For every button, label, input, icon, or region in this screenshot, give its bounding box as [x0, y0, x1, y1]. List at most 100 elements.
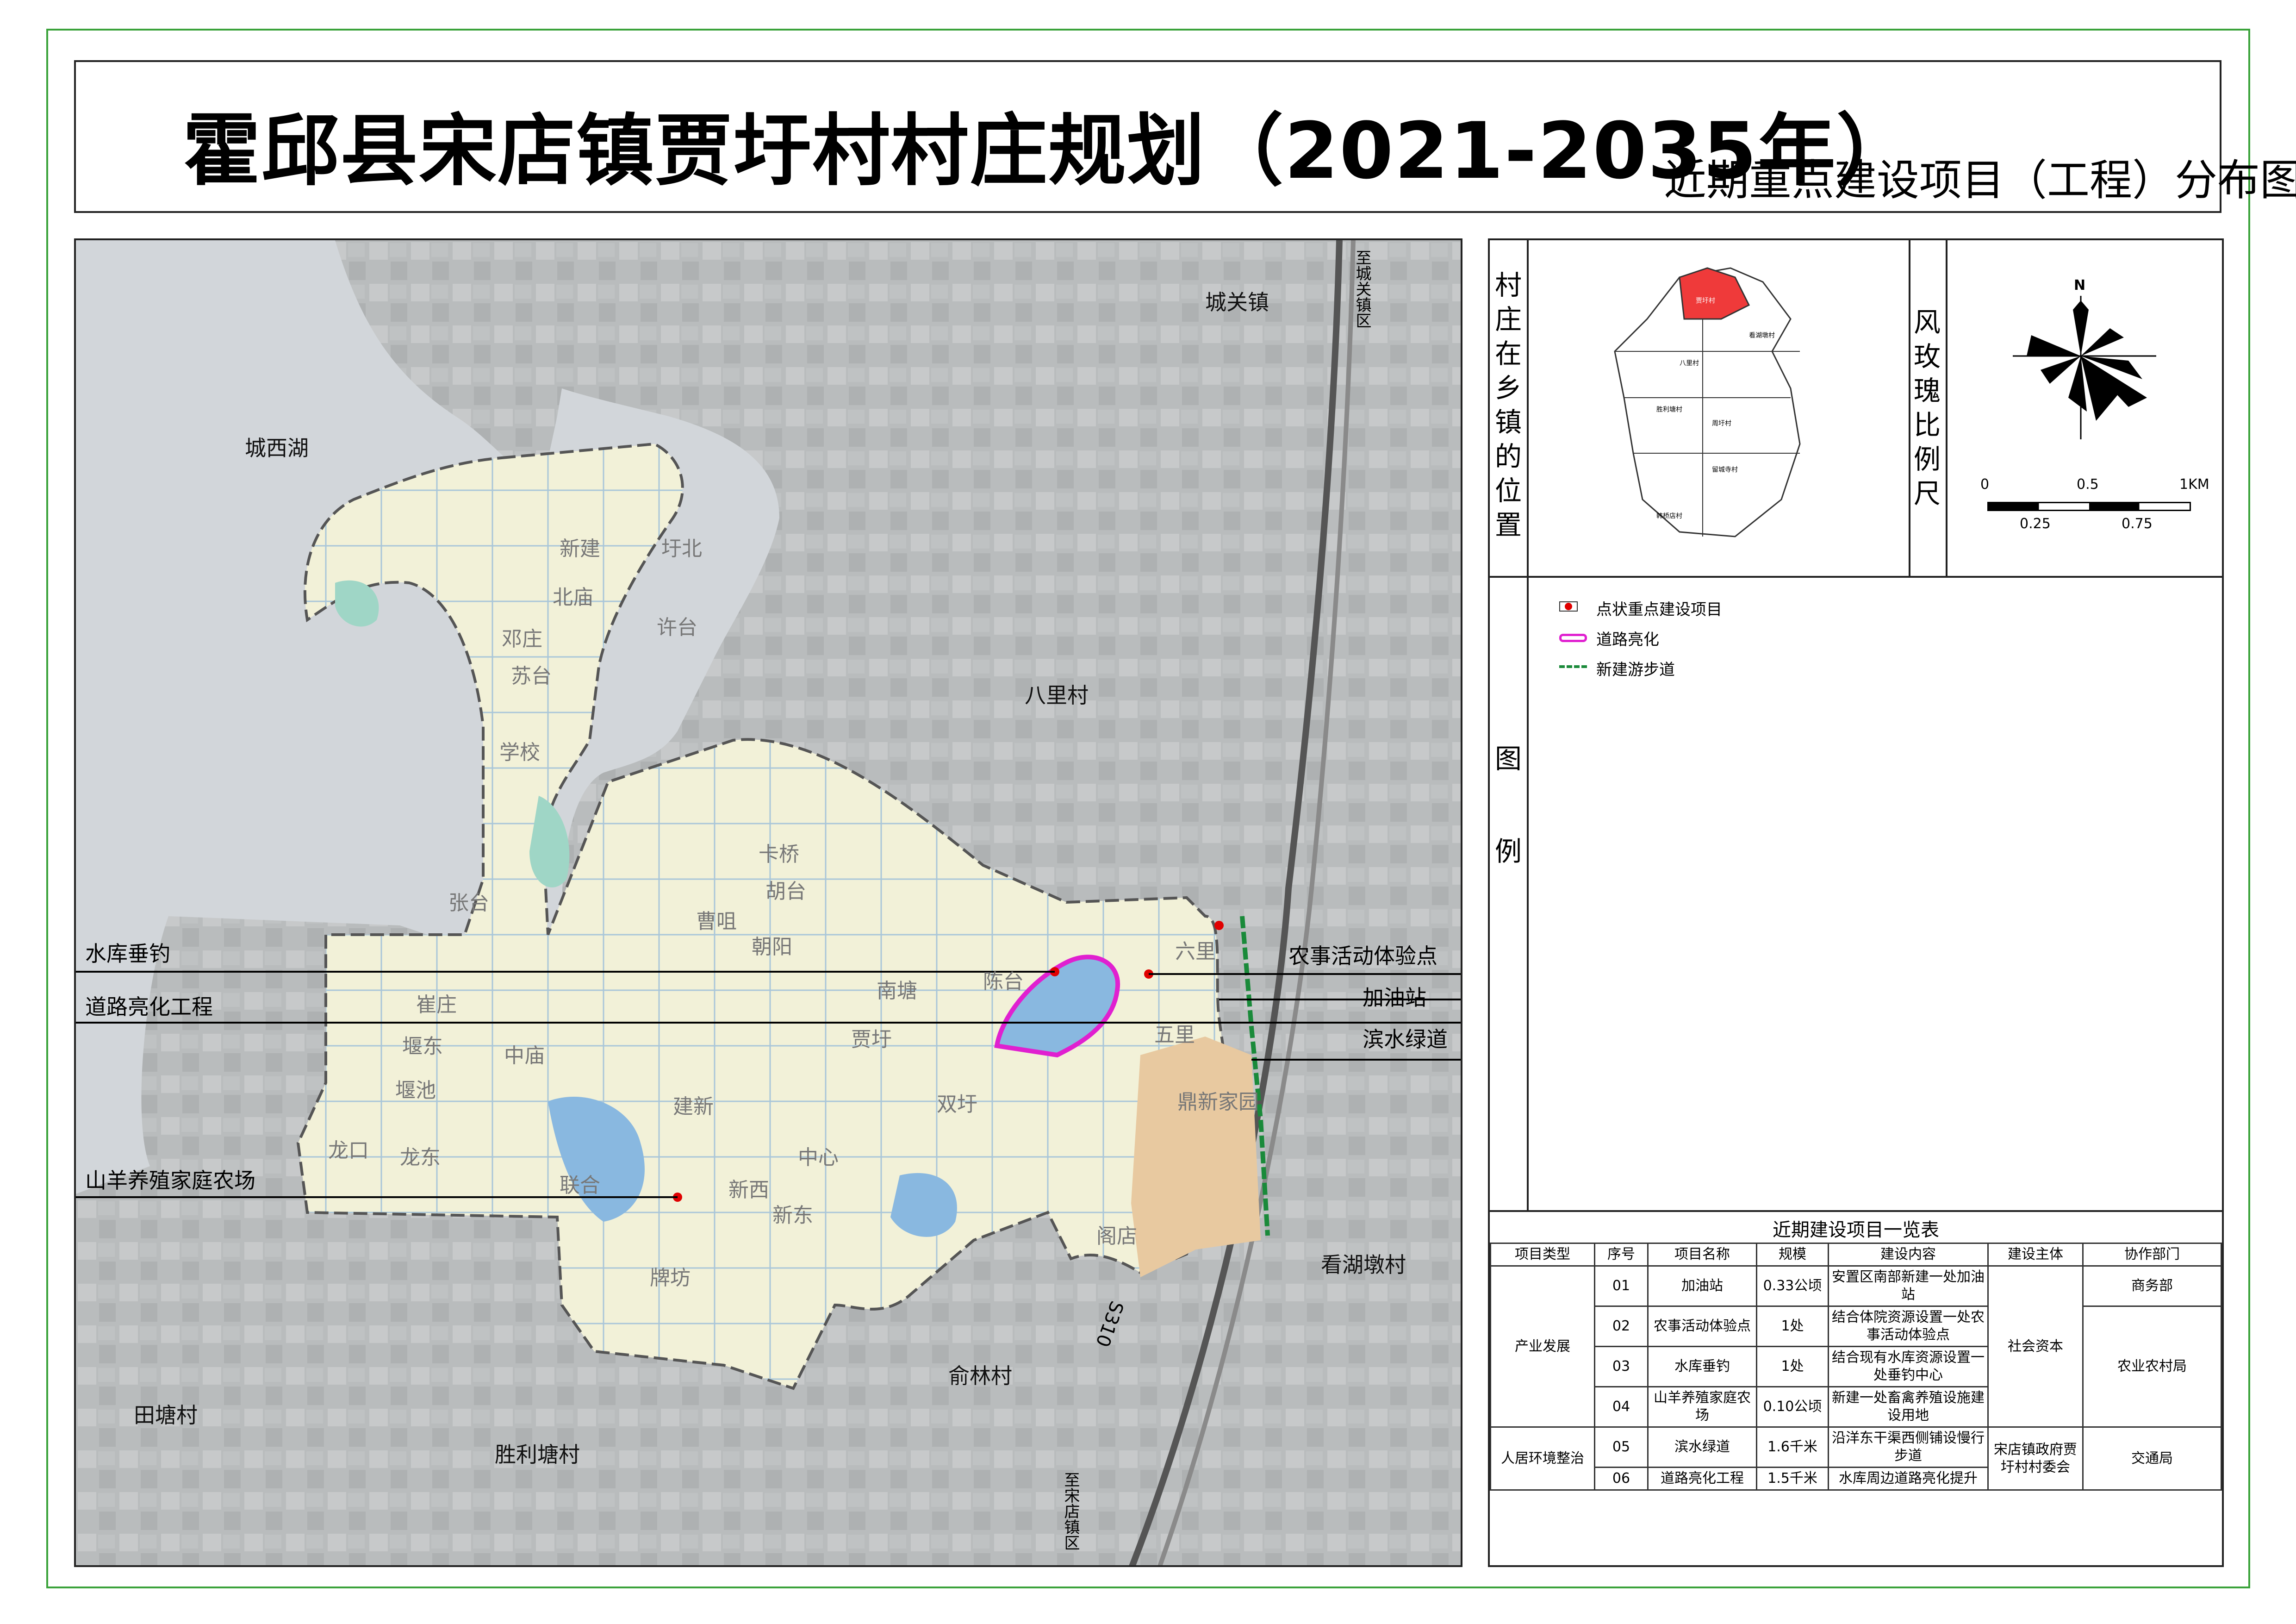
wind-rose — [2013, 296, 2156, 439]
col-dept: 协作部门 — [2082, 1243, 2222, 1267]
legend-point-symbol — [1559, 601, 1578, 612]
village-zhongmiao: 中庙 — [504, 1044, 545, 1068]
location-label: 村庄在乡镇的位置 — [1494, 269, 1522, 541]
cell-content: 沿洋东干渠西侧铺设慢行步道 — [1828, 1426, 1989, 1468]
cell-no: 05 — [1594, 1426, 1649, 1468]
cell-type: 人居环境整治 — [1490, 1426, 1595, 1491]
road-label-to-songdian: 至宋店镇区 — [1061, 1472, 1080, 1550]
col-no: 序号 — [1594, 1243, 1649, 1267]
cell-scale: 1.5千米 — [1756, 1467, 1829, 1491]
col-content: 建设内容 — [1828, 1243, 1989, 1267]
legend-road-symbol — [1559, 634, 1587, 642]
cell-type: 产业发展 — [1490, 1265, 1595, 1428]
village-xinxi: 新西 — [728, 1178, 769, 1202]
village-xutai: 许台 — [657, 616, 697, 639]
village-dingxin: 鼎新家园 — [1177, 1090, 1259, 1114]
cell-name: 水库垂钓 — [1647, 1346, 1757, 1387]
callout-nongshi: 农事活动体验点 — [1288, 943, 1437, 968]
cell-no: 03 — [1594, 1346, 1649, 1387]
cell-content: 水库周边道路亮化提升 — [1828, 1467, 1989, 1491]
main-title: 霍邱县宋店镇贾圩村村庄规划（2021-2035年） — [183, 106, 1915, 196]
scale-label-05: 0.5 — [2077, 476, 2099, 493]
inset-village-label: 看湖墩村 — [1749, 332, 1775, 339]
callout-jiayouzhan: 加油站 — [1363, 985, 1426, 1010]
legend-trail-symbol — [1559, 665, 1587, 668]
village-pailou: 牌坊 — [650, 1266, 691, 1290]
village-dengzhuang: 邓庄 — [502, 627, 542, 651]
cell-scale: 0.10公顷 — [1756, 1386, 1829, 1428]
inset-village-label: 八里村 — [1680, 360, 1699, 367]
divider-legend-label — [1527, 576, 1529, 1210]
village-xindong: 新东 — [772, 1204, 813, 1227]
table-header-row: 项目类型 序号 项目名称 规模 建设内容 建设主体 协作部门 — [1490, 1243, 2222, 1267]
cell-name: 滨水绿道 — [1647, 1426, 1757, 1468]
legend-point-label: 点状重点建设项目 — [1596, 600, 1722, 619]
cell-content: 安置区南部新建一处加油站 — [1828, 1265, 1989, 1307]
village-yanchi: 堰池 — [395, 1079, 436, 1102]
cell-owner: 社会资本 — [1987, 1265, 2084, 1428]
divider-location-label — [1527, 240, 1529, 576]
info-panel: 村庄在乡镇的位置 八里村 贾圩村 看湖墩村 胜利塘村 周圩村 留城寺村 韩桥店村… — [1488, 238, 2224, 1567]
village-beimiao: 北庙 — [553, 586, 593, 609]
cell-scale: 1.6千米 — [1756, 1426, 1829, 1468]
divider-table-top — [1490, 1210, 2222, 1212]
scale-label-0: 0 — [1980, 476, 1990, 493]
divider-legend-top — [1490, 576, 2222, 578]
village-zhangtai: 张台 — [448, 891, 489, 915]
point-project-gas-station[interactable] — [1214, 921, 1224, 930]
cell-content: 结合现有水库资源设置一处垂钓中心 — [1828, 1346, 1989, 1387]
cell-dept: 交通局 — [2082, 1426, 2222, 1491]
divider-rose-label — [1946, 240, 1948, 576]
map-panel[interactable]: 城关镇 城西湖 八里村 看湖墩村 俞林村 田塘村 胜利塘村 至城关镇区 至宋店镇… — [74, 238, 1462, 1567]
inset-village-label: 贾圩村 — [1696, 297, 1715, 305]
col-type: 项目类型 — [1490, 1243, 1595, 1267]
legend-road-label: 道路亮化 — [1596, 631, 1659, 649]
village-caoju: 曹咀 — [696, 910, 737, 933]
cell-scale: 1处 — [1756, 1346, 1829, 1387]
village-jianxin: 建新 — [673, 1095, 714, 1118]
village-xinjian: 新建 — [560, 537, 600, 561]
rose-label: 风玫瑰比例尺 — [1913, 306, 1941, 509]
table-row: 02 农事活动体验点 1处 结合体院资源设置一处农事活动体验点 农业农村局 — [1491, 1305, 2222, 1428]
village-xuexiao: 学校 — [499, 741, 540, 764]
cell-owner: 宋店镇政府贾圩村村委会 — [1987, 1426, 2084, 1491]
callout-shuiku: 水库垂钓 — [85, 941, 170, 966]
village-chentai: 陈台 — [983, 970, 1024, 993]
place-kanhudun: 看湖墩村 — [1321, 1252, 1406, 1277]
place-balicun: 八里村 — [1025, 683, 1089, 708]
cell-scale: 1处 — [1756, 1305, 1829, 1347]
place-yulin: 俞林村 — [948, 1363, 1012, 1388]
place-chengguanzhen: 城关镇 — [1205, 290, 1269, 315]
table-row: 产业发展 01 加油站 0.33公顷 安置区南部新建一处加油站 社会资本 商务部 — [1490, 1265, 2222, 1428]
scale-label-1km: 1KM — [2179, 476, 2209, 493]
callout-shanyang: 山羊养殖家庭农场 — [85, 1168, 255, 1193]
road-label-to-chengguan: 至城关镇区 — [1353, 250, 1371, 328]
cell-scale: 0.33公顷 — [1756, 1265, 1829, 1307]
place-tiantang: 田塘村 — [134, 1403, 198, 1428]
cell-no: 04 — [1594, 1386, 1649, 1428]
cell-content: 新建一处畜禽养殖设施建设用地 — [1828, 1386, 1989, 1428]
cell-name: 加油站 — [1647, 1265, 1757, 1307]
cell-no: 02 — [1594, 1305, 1649, 1347]
village-gedian: 阁店 — [1096, 1224, 1137, 1248]
col-name: 项目名称 — [1647, 1243, 1757, 1267]
col-owner: 建设主体 — [1987, 1243, 2084, 1267]
township-inset-map: 八里村 贾圩村 看湖墩村 胜利塘村 周圩村 留城寺村 韩桥店村 — [1614, 267, 1801, 537]
cell-name: 农事活动体验点 — [1647, 1305, 1757, 1347]
village-cuizhuang: 崔庄 — [416, 993, 457, 1017]
callout-daolu: 道路亮化工程 — [85, 994, 213, 1019]
table-title: 近期建设项目一览表 — [1773, 1219, 1939, 1241]
village-yubei: 圩北 — [661, 537, 702, 561]
village-hutai: 胡台 — [765, 880, 806, 903]
village-shuangyu: 双圩 — [937, 1093, 977, 1116]
village-jiayu: 贾圩 — [851, 1028, 892, 1051]
cell-name: 道路亮化工程 — [1647, 1467, 1757, 1491]
place-chengxihu: 城西湖 — [245, 436, 309, 461]
inset-village-label: 留城寺村 — [1712, 466, 1738, 474]
cell-no: 01 — [1594, 1265, 1649, 1307]
village-longkou: 龙口 — [328, 1139, 369, 1162]
sub-title: 近期重点建设项目（工程）分布图 — [1664, 156, 2296, 205]
village-liuli: 六里 — [1175, 940, 1216, 963]
project-table: 项目类型 序号 项目名称 规模 建设内容 建设主体 协作部门 产业发展 01 加… — [1490, 1243, 2222, 1491]
scale-label-025: 0.25 — [2020, 516, 2051, 532]
